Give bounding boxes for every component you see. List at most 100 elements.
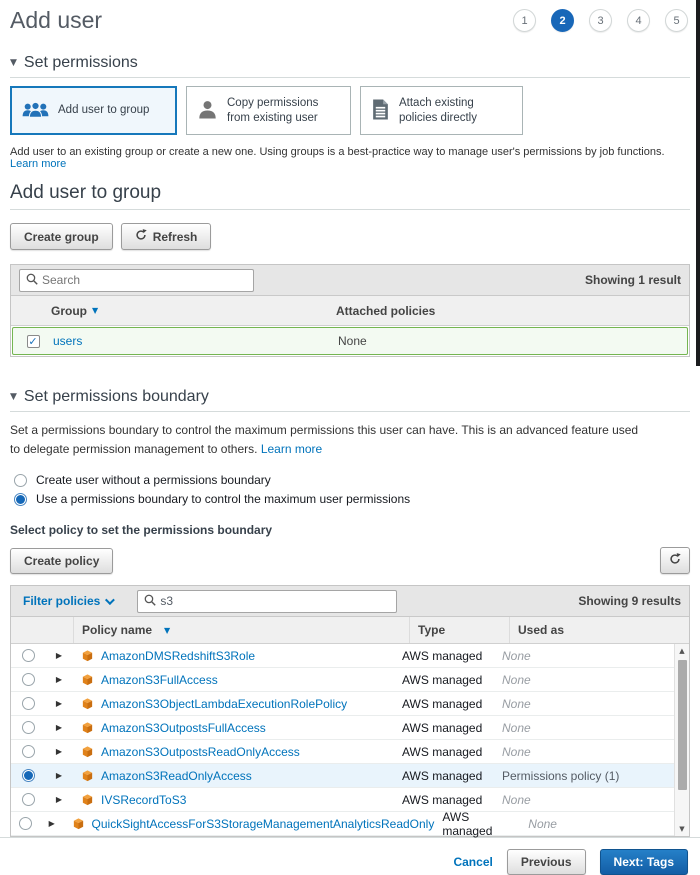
refresh-button[interactable]: Refresh xyxy=(121,223,212,250)
policy-search-input[interactable] xyxy=(160,594,390,608)
page-scrollbar-thumb[interactable] xyxy=(696,0,700,366)
radio-unselected[interactable] xyxy=(14,474,27,487)
scrollbar-down-icon[interactable]: ▼ xyxy=(679,822,684,836)
policy-table-scrollbar[interactable]: ▲ ▼ xyxy=(674,644,689,836)
expand-arrow-icon[interactable]: ▶ xyxy=(56,651,62,660)
expand-arrow-icon[interactable]: ▶ xyxy=(56,675,62,684)
policy-row[interactable]: ▶ AmazonS3ObjectLambdaExecutionRolePolic… xyxy=(11,692,674,716)
divider xyxy=(10,77,690,78)
policy-row[interactable]: ▶ AmazonS3OutpostsFullAccess AWS managed… xyxy=(11,716,674,740)
group-column-header[interactable]: Group ▼ xyxy=(51,304,336,318)
set-permissions-title: Set permissions xyxy=(24,54,138,72)
chevron-down-icon xyxy=(105,595,115,605)
policy-type: AWS managed xyxy=(394,764,494,787)
policy-row[interactable]: ▶ AmazonS3FullAccess AWS managed None xyxy=(11,668,674,692)
radio-option-no-boundary[interactable]: Create user without a permissions bounda… xyxy=(10,473,690,487)
group-name-link[interactable]: users xyxy=(53,334,82,348)
policy-cube-icon xyxy=(81,745,94,758)
policy-radio-selected[interactable] xyxy=(22,769,35,782)
policy-table-body: ▶ AmazonDMSRedshiftS3Role AWS managed No… xyxy=(11,644,689,836)
cancel-link[interactable]: Cancel xyxy=(453,855,492,869)
sort-desc-icon[interactable]: ▼ xyxy=(92,306,98,315)
policy-radio[interactable] xyxy=(19,817,32,830)
collapse-triangle-icon[interactable]: ▼ xyxy=(10,392,17,402)
radio-selected[interactable] xyxy=(14,493,27,506)
card-label: Copy permissions from existing user xyxy=(227,96,340,125)
group-search[interactable] xyxy=(19,269,254,292)
set-permissions-section-header[interactable]: ▼ Set permissions xyxy=(10,54,690,72)
group-name-cell: users xyxy=(53,334,338,348)
policy-name-link[interactable]: AmazonS3ObjectLambdaExecutionRolePolicy xyxy=(101,697,347,711)
policy-table: Filter policies Showing 9 results Policy… xyxy=(10,585,690,837)
policy-name-link[interactable]: AmazonS3OutpostsFullAccess xyxy=(101,721,266,735)
filter-policies-dropdown[interactable]: Filter policies xyxy=(19,594,112,608)
policy-row[interactable]: ▶ AmazonS3OutpostsReadOnlyAccess AWS man… xyxy=(11,740,674,764)
policy-name-link[interactable]: AmazonDMSRedshiftS3Role xyxy=(101,649,255,663)
expand-arrow-icon[interactable]: ▶ xyxy=(56,723,62,732)
policy-radio[interactable] xyxy=(22,745,35,758)
policy-type: AWS managed xyxy=(394,740,494,763)
card-attach-policies[interactable]: Attach existing policies directly xyxy=(360,86,523,135)
group-column-label: Group xyxy=(51,304,87,318)
page-header: Add user 1 2 3 4 5 xyxy=(10,0,690,34)
policy-name-link[interactable]: AmazonS3FullAccess xyxy=(101,673,218,687)
expand-arrow-icon[interactable]: ▶ xyxy=(56,771,62,780)
next-tags-button[interactable]: Next: Tags xyxy=(600,849,688,875)
scrollbar-up-icon[interactable]: ▲ xyxy=(679,644,684,658)
scrollbar-thumb[interactable] xyxy=(678,660,687,790)
policy-name-link[interactable]: AmazonS3ReadOnlyAccess xyxy=(101,769,252,783)
policy-row[interactable]: ▶ AmazonDMSRedshiftS3Role AWS managed No… xyxy=(11,644,674,668)
policy-name-column-header[interactable]: Policy name ▼ xyxy=(73,617,409,643)
policy-name-column-label: Policy name xyxy=(82,623,152,637)
policy-radio[interactable] xyxy=(22,793,35,806)
users-checkbox[interactable]: ✓ xyxy=(27,335,40,348)
policy-name-link[interactable]: IVSRecordToS3 xyxy=(101,793,186,807)
collapse-triangle-icon[interactable]: ▼ xyxy=(10,58,17,68)
policy-cube-icon xyxy=(72,817,85,830)
radio-option-use-boundary[interactable]: Use a permissions boundary to control th… xyxy=(10,492,690,506)
policy-cube-icon xyxy=(81,697,94,710)
learn-more-link[interactable]: Learn more xyxy=(10,158,66,170)
expand-arrow-icon[interactable]: ▶ xyxy=(56,795,62,804)
expand-arrow-icon[interactable]: ▶ xyxy=(56,747,62,756)
policy-radio[interactable] xyxy=(22,673,35,686)
step-indicator: 1 2 3 4 5 xyxy=(513,7,690,32)
card-add-user-to-group[interactable]: Add user to group xyxy=(10,86,177,135)
policy-used-as: None xyxy=(494,644,674,667)
policy-row-selected[interactable]: ▶ AmazonS3ReadOnlyAccess AWS managed Per… xyxy=(11,764,674,788)
policy-results-count: Showing 9 results xyxy=(578,594,681,608)
policy-radio[interactable] xyxy=(22,649,35,662)
add-user-to-group-title: Add user to group xyxy=(10,182,690,204)
previous-button[interactable]: Previous xyxy=(507,849,586,875)
step-2-active: 2 xyxy=(551,9,574,32)
document-icon xyxy=(371,99,390,123)
group-search-input[interactable] xyxy=(42,273,247,287)
boundary-description-text: Set a permissions boundary to control th… xyxy=(10,423,638,456)
create-group-button[interactable]: Create group xyxy=(10,223,113,250)
select-policy-label: Select policy to set the permissions bou… xyxy=(10,523,690,537)
policy-search[interactable] xyxy=(137,590,397,613)
refresh-policies-button[interactable] xyxy=(660,547,690,574)
group-row-users[interactable]: ✓ users None xyxy=(12,327,688,355)
policy-name-link[interactable]: AmazonS3OutpostsReadOnlyAccess xyxy=(101,745,300,759)
card-label: Attach existing policies directly xyxy=(399,96,512,125)
permissions-boundary-section-header[interactable]: ▼ Set permissions boundary xyxy=(10,388,690,406)
policy-row[interactable]: ▶ IVSRecordToS3 AWS managed None xyxy=(11,788,674,812)
policy-radio[interactable] xyxy=(22,721,35,734)
policy-cube-icon xyxy=(81,721,94,734)
learn-more-link[interactable]: Learn more xyxy=(261,442,322,456)
policy-cube-icon xyxy=(81,793,94,806)
expand-arrow-icon[interactable]: ▶ xyxy=(56,699,62,708)
policy-row[interactable]: ▶ QuickSightAccessForS3StorageManagement… xyxy=(11,812,674,836)
policy-type: AWS managed xyxy=(394,788,494,811)
expand-arrow-icon[interactable]: ▶ xyxy=(49,819,55,828)
step-4: 4 xyxy=(627,9,650,32)
sort-desc-icon[interactable]: ▼ xyxy=(164,626,170,635)
boundary-description: Set a permissions boundary to control th… xyxy=(10,421,650,459)
policy-name-link[interactable]: QuickSightAccessForS3StorageManagementAn… xyxy=(92,817,435,831)
policy-radio[interactable] xyxy=(22,697,35,710)
policy-type: AWS managed xyxy=(394,692,494,715)
wizard-footer: Cancel Previous Next: Tags xyxy=(10,837,690,875)
create-policy-button[interactable]: Create policy xyxy=(10,548,113,574)
card-copy-permissions[interactable]: Copy permissions from existing user xyxy=(186,86,351,135)
